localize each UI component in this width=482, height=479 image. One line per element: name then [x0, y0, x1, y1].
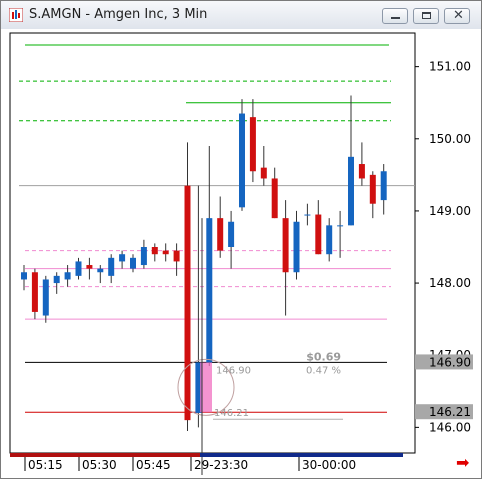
- candle-body: [358, 164, 365, 179]
- candle-body: [249, 117, 256, 172]
- price-label: 148.00: [429, 276, 471, 290]
- candle-body: [260, 167, 267, 179]
- candle-body: [130, 257, 136, 269]
- candle-body: [337, 225, 344, 227]
- candle-body: [380, 171, 387, 201]
- chart-app-icon: [9, 8, 23, 22]
- candle-body: [206, 218, 213, 363]
- candle-body: [293, 221, 300, 273]
- candle-body: [31, 272, 38, 312]
- candle-body: [53, 275, 60, 284]
- time-label: 29-23:30: [194, 458, 248, 472]
- candle-body: [75, 261, 82, 276]
- close-button[interactable]: ✕: [444, 8, 470, 24]
- candle-body: [282, 218, 289, 273]
- candle-body: [151, 247, 158, 255]
- price-tag-label: 146.90: [429, 355, 471, 369]
- measure-low-label: 146.21: [214, 408, 249, 419]
- candle-body: [184, 185, 191, 421]
- change-percent: 0.47 %: [306, 365, 341, 376]
- candle-body: [217, 218, 224, 251]
- candle-body: [369, 174, 376, 204]
- chart-window: S.AMGN - Amgen Inc, 3 Min ✕ $0.69 0.47 % 1…: [0, 0, 482, 479]
- candle-body: [108, 257, 115, 276]
- plot-area: [9, 32, 416, 454]
- candle-body: [140, 247, 147, 266]
- close-icon: ✕: [453, 8, 464, 23]
- candle-body: [239, 113, 245, 208]
- price-label: 149.00: [429, 204, 471, 218]
- minimize-button[interactable]: [382, 8, 408, 24]
- time-label: 05:15: [28, 458, 63, 472]
- candle-body: [21, 272, 27, 280]
- candle-body: [271, 178, 278, 219]
- candle-body: [228, 221, 235, 247]
- price-chart[interactable]: $0.69 0.47 % 146.90 146.21 151.00 150.00 149.…: [1, 29, 481, 478]
- time-label: 05:45: [136, 458, 171, 472]
- candle-body: [64, 272, 71, 280]
- restore-button[interactable]: [413, 8, 439, 24]
- title-bar[interactable]: S.AMGN - Amgen Inc, 3 Min ✕: [1, 1, 481, 30]
- measure-high-label: 146.90: [216, 365, 251, 376]
- scroll-right-arrow-icon[interactable]: ➡: [456, 455, 469, 471]
- change-value: $0.69: [306, 350, 341, 363]
- candle-body: [86, 265, 93, 269]
- candle-body: [348, 156, 354, 226]
- time-label: 05:30: [82, 458, 117, 472]
- session-bar: [10, 453, 200, 457]
- price-label: 151.00: [429, 60, 471, 74]
- price-tag-label: 146.21: [429, 405, 471, 419]
- restore-icon: [422, 12, 431, 19]
- candle-body: [326, 225, 333, 255]
- price-label: 150.00: [429, 132, 471, 146]
- session-bar: [200, 453, 403, 457]
- candle-body: [162, 250, 169, 255]
- candle-body: [315, 214, 322, 255]
- candle-body: [97, 268, 104, 273]
- time-label: 30-00:00: [302, 458, 356, 472]
- window-title: S.AMGN - Amgen Inc, 3 Min: [29, 7, 208, 22]
- candle-body: [119, 254, 126, 262]
- candle-body: [304, 214, 311, 216]
- minimize-icon: [391, 17, 400, 19]
- price-label: 146.00: [429, 420, 471, 434]
- candle-body: [173, 250, 180, 262]
- candle-body: [42, 279, 49, 316]
